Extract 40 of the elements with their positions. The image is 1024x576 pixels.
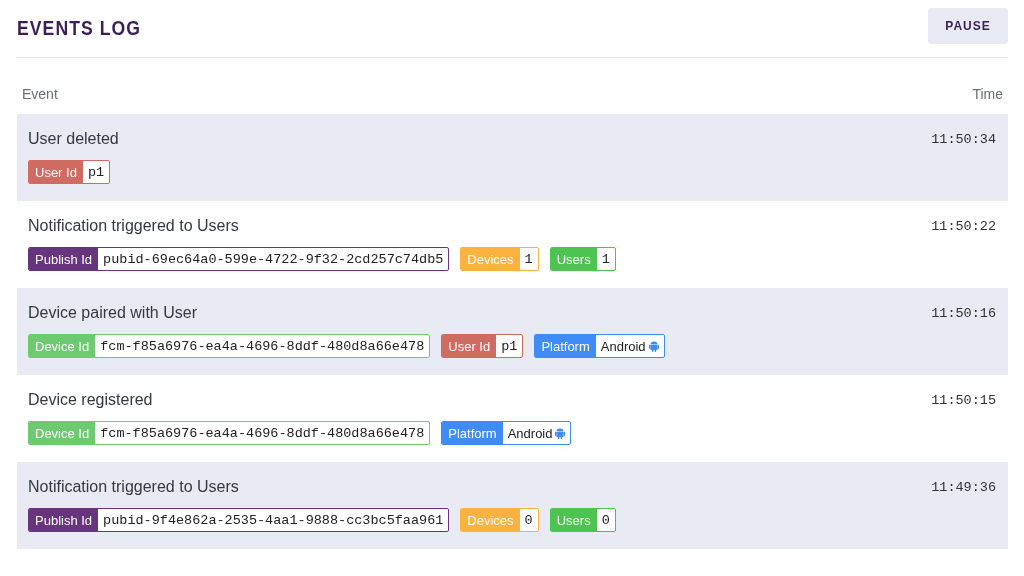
- tag-value: pubid-9f4e862a-2535-4aa1-9888-cc3bc5faa961: [102, 511, 445, 530]
- event-title: Notification triggered to Users: [28, 217, 240, 235]
- event-title: User deleted: [28, 130, 119, 148]
- page-title: EVENTS LOG: [17, 17, 141, 40]
- column-header: Event: [22, 86, 58, 102]
- pause-button[interactable]: PAUSE: [928, 7, 1008, 44]
- tag-value: 0: [523, 511, 534, 530]
- tag-label: Platform: [535, 335, 596, 357]
- tag-value: p1: [86, 163, 106, 182]
- event-time: 11:50:15: [931, 392, 996, 410]
- tag-value: 1: [600, 250, 611, 269]
- tag-value: fcm-f85a6976-ea4a-4696-8ddf-480d8a66e478: [99, 424, 426, 443]
- tag-value: p1: [500, 337, 519, 356]
- tag-label: User Id: [29, 161, 83, 183]
- event-time: 11:50:34: [931, 131, 996, 149]
- tag-label: Publish Id: [29, 509, 99, 531]
- tag-label: Devices: [461, 509, 520, 531]
- column-header: Time: [972, 86, 1003, 102]
- android-icon: [555, 427, 566, 439]
- event-title: Device registered: [28, 391, 154, 409]
- tag-value: 1: [523, 250, 534, 269]
- event-title: Notification triggered to Users: [28, 478, 240, 496]
- tag-label: Publish Id: [29, 248, 99, 270]
- tag-label: Device Id: [29, 422, 96, 444]
- tag-label: Platform: [442, 422, 503, 444]
- event-title: Device paired with User: [28, 304, 198, 322]
- tag-label: Users: [550, 248, 597, 270]
- event-time: 11:50:16: [931, 305, 996, 323]
- tag-label: User Id: [442, 335, 497, 357]
- tag-label: Users: [550, 509, 597, 531]
- tag-value: Android: [600, 338, 646, 354]
- tag-value: fcm-f85a6976-ea4a-4696-8ddf-480d8a66e478: [99, 337, 426, 356]
- tag-label: Device Id: [29, 335, 96, 357]
- android-icon: [648, 340, 659, 352]
- event-time: 11:50:22: [931, 218, 996, 236]
- tag-value: pubid-69ec64a0-599e-4722-9f32-2cd257c74db5: [102, 250, 445, 269]
- tag-value: Android: [507, 425, 553, 441]
- tag-label: Devices: [461, 248, 520, 270]
- tag-value: 0: [600, 511, 611, 530]
- event-time: 11:49:36: [931, 479, 996, 497]
